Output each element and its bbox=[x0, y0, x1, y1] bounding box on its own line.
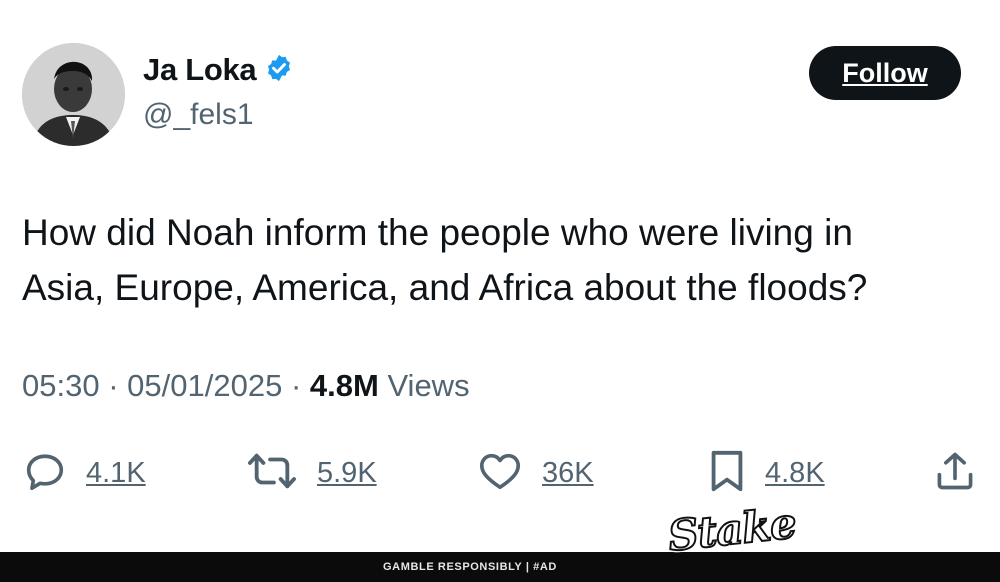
repost-button[interactable]: 5.9K bbox=[245, 448, 377, 499]
share-button[interactable] bbox=[933, 448, 977, 499]
share-icon bbox=[933, 448, 977, 499]
reply-icon bbox=[22, 448, 68, 499]
repost-count: 5.9K bbox=[317, 457, 377, 489]
avatar[interactable] bbox=[22, 43, 125, 146]
tweet-text: How did Noah inform the people who were … bbox=[22, 205, 982, 315]
tweet-time[interactable]: 05:30 bbox=[22, 368, 100, 403]
follow-button[interactable]: Follow bbox=[809, 46, 961, 100]
tweet-meta: 05:30 · 05/01/2025 · 4.8M Views bbox=[22, 368, 470, 404]
repost-icon bbox=[245, 448, 299, 499]
tweet-text-line: Asia, Europe, America, and Africa about … bbox=[22, 267, 868, 308]
avatar-portrait-image bbox=[22, 43, 125, 146]
bookmark-icon bbox=[707, 448, 747, 499]
author-name-row: Ja Loka bbox=[143, 52, 294, 88]
reply-count: 4.1K bbox=[86, 457, 146, 489]
ad-disclaimer: GAMBLE RESPONSIBLY | #AD bbox=[383, 561, 557, 573]
tweet-text-line: How did Noah inform the people who were … bbox=[22, 212, 853, 253]
tweet-actions: 4.1K 5.9K 36K 4.8K bbox=[0, 448, 1000, 496]
meta-separator: · bbox=[108, 368, 119, 403]
views-count: 4.8M bbox=[309, 368, 379, 403]
author-handle[interactable]: @_fels1 bbox=[143, 98, 254, 132]
like-count: 36K bbox=[542, 457, 594, 489]
verified-badge-icon bbox=[264, 53, 294, 88]
views-label: Views bbox=[387, 368, 470, 403]
meta-separator: · bbox=[290, 368, 302, 403]
author-display-name[interactable]: Ja Loka bbox=[143, 52, 257, 88]
like-button[interactable]: 36K bbox=[476, 448, 594, 499]
bookmark-button[interactable]: 4.8K bbox=[707, 448, 825, 499]
bookmark-count: 4.8K bbox=[765, 457, 825, 489]
heart-icon bbox=[476, 448, 524, 499]
reply-button[interactable]: 4.1K bbox=[22, 448, 146, 499]
tweet-date[interactable]: 05/01/2025 bbox=[127, 368, 282, 403]
